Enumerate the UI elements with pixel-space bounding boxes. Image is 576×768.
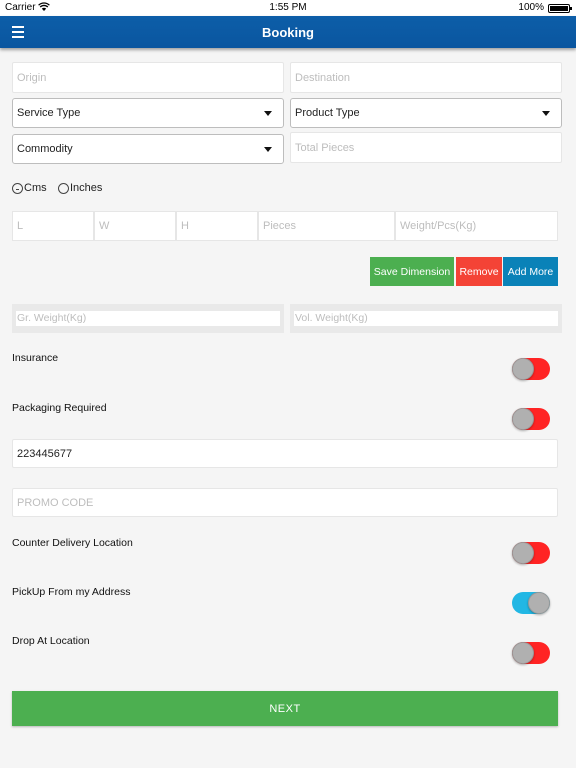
drop-label: Drop At Location bbox=[12, 635, 90, 647]
toggle-knob bbox=[512, 408, 534, 430]
phone-input[interactable]: 223445677 bbox=[12, 439, 558, 468]
vol-weight-placeholder: Vol. Weight(Kg) bbox=[295, 312, 368, 324]
product-type-value: Product Type bbox=[295, 107, 360, 119]
service-type-value: Service Type bbox=[17, 107, 81, 119]
app-bar: Booking bbox=[0, 16, 576, 48]
toggle-knob bbox=[528, 592, 550, 614]
promo-code-input[interactable]: PROMO CODE bbox=[12, 488, 558, 517]
destination-placeholder: Destination bbox=[295, 71, 351, 84]
dimension-row: L W H Pieces Weight/Pcs(Kg) bbox=[12, 211, 558, 241]
width-placeholder: W bbox=[99, 220, 110, 232]
battery-percent: 100% bbox=[518, 2, 544, 13]
commodity-dropdown[interactable]: Commodity bbox=[12, 134, 284, 164]
length-placeholder: L bbox=[17, 220, 24, 232]
total-pieces-input[interactable]: Total Pieces bbox=[290, 132, 562, 163]
gross-weight-input: Gr. Weight(Kg) bbox=[16, 311, 280, 326]
total-pieces-placeholder: Total Pieces bbox=[295, 141, 355, 154]
battery-icon bbox=[548, 4, 572, 13]
pickup-toggle[interactable] bbox=[512, 592, 550, 614]
packaging-label: Packaging Required bbox=[12, 402, 107, 414]
commodity-value: Commodity bbox=[17, 143, 73, 155]
packaging-toggle[interactable] bbox=[512, 408, 550, 430]
destination-input[interactable]: Destination bbox=[290, 62, 562, 93]
next-button[interactable]: NEXT bbox=[12, 691, 558, 726]
radio-checked-icon bbox=[12, 182, 23, 194]
height-placeholder: H bbox=[181, 220, 189, 232]
height-input[interactable]: H bbox=[176, 211, 258, 241]
width-input[interactable]: W bbox=[94, 211, 176, 241]
toggle-knob bbox=[512, 642, 534, 664]
vol-weight-field: Vol. Weight(Kg) bbox=[290, 304, 562, 333]
promo-code-placeholder: PROMO CODE bbox=[17, 496, 94, 509]
remove-button[interactable]: Remove bbox=[456, 257, 502, 286]
dropdown-caret-icon bbox=[542, 111, 550, 116]
clock: 1:55 PM bbox=[269, 2, 307, 13]
weight-per-piece-placeholder: Weight/Pcs(Kg) bbox=[400, 220, 477, 232]
gross-weight-placeholder: Gr. Weight(Kg) bbox=[17, 312, 87, 324]
radio-cms-label: Cms bbox=[24, 182, 47, 194]
radio-cms[interactable]: Cms bbox=[12, 182, 47, 194]
insurance-label: Insurance bbox=[12, 352, 59, 364]
dropdown-caret-icon bbox=[264, 147, 272, 152]
weight-per-piece-input[interactable]: Weight/Pcs(Kg) bbox=[395, 211, 558, 241]
pieces-input[interactable]: Pieces bbox=[258, 211, 395, 241]
origin-input[interactable]: Origin bbox=[12, 62, 284, 93]
counter-delivery-label: Counter Delivery Location bbox=[12, 537, 133, 549]
toggle-knob bbox=[512, 542, 534, 564]
status-bar: Carrier 1:55 PM 100% bbox=[0, 0, 576, 16]
radio-unchecked-icon bbox=[58, 182, 69, 194]
insurance-toggle[interactable] bbox=[512, 358, 550, 380]
hamburger-menu-icon[interactable] bbox=[12, 26, 24, 38]
origin-placeholder: Origin bbox=[17, 71, 47, 84]
page-title: Booking bbox=[262, 25, 314, 40]
drop-toggle[interactable] bbox=[512, 642, 550, 664]
counter-delivery-toggle[interactable] bbox=[512, 542, 550, 564]
service-type-dropdown[interactable]: Service Type bbox=[12, 98, 284, 128]
product-type-dropdown[interactable]: Product Type bbox=[290, 98, 562, 128]
length-input[interactable]: L bbox=[12, 211, 94, 241]
toggle-knob bbox=[512, 358, 534, 380]
save-dimension-button[interactable]: Save Dimension bbox=[370, 257, 454, 286]
vol-weight-input: Vol. Weight(Kg) bbox=[294, 311, 558, 326]
phone-value: 223445677 bbox=[17, 447, 73, 460]
add-more-button[interactable]: Add More bbox=[503, 257, 558, 286]
gross-weight-field: Gr. Weight(Kg) bbox=[12, 304, 284, 333]
radio-inches-label: Inches bbox=[70, 182, 103, 194]
pieces-placeholder: Pieces bbox=[263, 220, 297, 232]
dropdown-caret-icon bbox=[264, 111, 272, 116]
radio-inches[interactable]: Inches bbox=[58, 182, 102, 194]
pickup-label: PickUp From my Address bbox=[12, 586, 131, 598]
